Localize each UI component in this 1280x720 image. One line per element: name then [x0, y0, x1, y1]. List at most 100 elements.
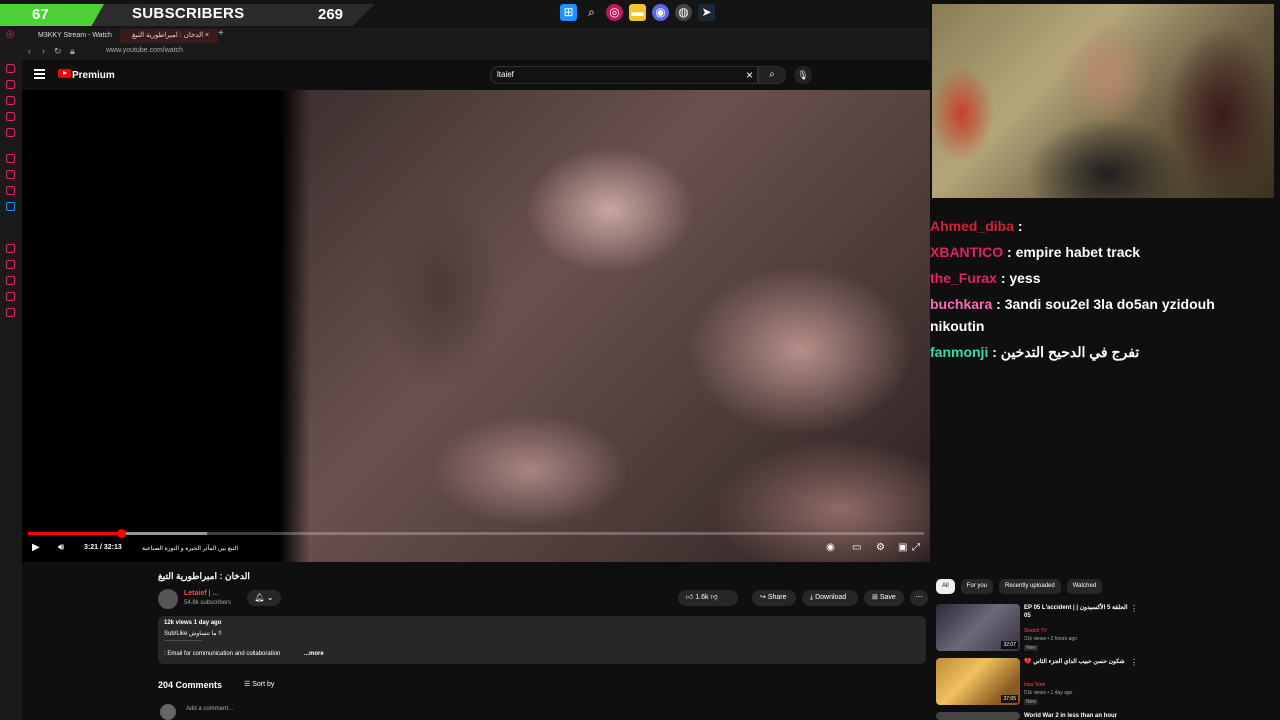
- more-actions-button[interactable]: ⋯: [910, 590, 928, 606]
- url-field[interactable]: www.youtube.com/watch: [106, 47, 183, 54]
- miniplayer-icon[interactable]: ▣: [898, 542, 907, 553]
- more-vert-icon[interactable]: ⋮: [1130, 604, 1138, 613]
- share-icon: ↪: [760, 594, 766, 601]
- download-button[interactable]: ⤓ Download: [802, 590, 858, 606]
- sidebar-app-icon[interactable]: [6, 276, 15, 285]
- video-player[interactable]: ▶ 🔊︎ 3:21 / 32:13 التبغ بين المآثر الخير…: [22, 90, 930, 562]
- windows-start-icon[interactable]: ⊞: [560, 4, 577, 21]
- mic-icon: 🎙︎: [797, 70, 809, 80]
- bookmark-icon: ⊞: [872, 594, 878, 601]
- thumbs-up-icon: 👍︎: [686, 594, 694, 601]
- recommendation-item[interactable]: World War 2 in less than an hour: [936, 712, 1136, 720]
- save-button[interactable]: ⊞ Save: [864, 590, 904, 606]
- recommendation-channel[interactable]: Sketch TV: [1024, 628, 1047, 634]
- address-bar: ‹ › ↻ 🔒︎ www.youtube.com/watch: [22, 44, 930, 60]
- search-icon[interactable]: ⌕: [583, 4, 600, 21]
- fullscreen-icon[interactable]: ⤢: [912, 542, 920, 553]
- play-icon[interactable]: ▶: [32, 542, 40, 553]
- subtitles-icon[interactable]: ▭: [852, 542, 861, 553]
- sidebar-app-icon[interactable]: [6, 244, 15, 253]
- browser-icon[interactable]: ◎: [606, 4, 623, 21]
- sidebar-app-icon[interactable]: [6, 64, 15, 73]
- search-input[interactable]: ltaief ×: [490, 66, 758, 84]
- tab-stream[interactable]: M3KKY Stream - Watch Li: [26, 29, 116, 53]
- subscriber-count: 269: [318, 6, 344, 23]
- chat-text: :: [1017, 218, 1023, 234]
- chat-text: : empire habet track: [1007, 244, 1141, 260]
- chapter-title[interactable]: التبغ بين المآثر الخيرة و الثورة الصناعي…: [142, 545, 238, 552]
- search-button[interactable]: ⌕: [758, 66, 786, 84]
- volume-icon[interactable]: 🔊︎: [58, 542, 64, 553]
- recommendation-title[interactable]: World War 2 in less than an hour: [1024, 712, 1128, 720]
- sidebar-app-icon[interactable]: [6, 80, 15, 89]
- description-divider: -------------------: [164, 638, 202, 644]
- scrubber-handle[interactable]: [117, 529, 127, 538]
- tab-youtube[interactable]: الدخان : امبراطورية التبغ ×: [120, 29, 218, 43]
- sidebar-app-icon[interactable]: [6, 112, 15, 121]
- clear-icon[interactable]: ×: [746, 68, 753, 82]
- settings-icon[interactable]: ⚙: [876, 542, 885, 553]
- sidebar-app-icon[interactable]: [6, 96, 15, 105]
- follower-count: 67: [32, 6, 49, 23]
- add-comment-input[interactable]: Add a comment...: [186, 706, 233, 712]
- chat-overlay: Ahmed_diba : XBANTICO : empire habet tra…: [926, 200, 1280, 370]
- sidebar-app-icon[interactable]: [6, 154, 15, 163]
- progress-bar[interactable]: [28, 529, 924, 538]
- youtube-header: Premium ltaief × ⌕ 🎙︎: [22, 60, 930, 90]
- sidebar-app-icon[interactable]: [6, 292, 15, 301]
- youtube-premium-label[interactable]: Premium: [72, 70, 115, 81]
- sidebar-app-icon[interactable]: [6, 202, 15, 211]
- streamer-webcam: [932, 4, 1274, 198]
- forward-icon[interactable]: ›: [42, 46, 45, 56]
- recommendation-thumbnail[interactable]: 32:07: [936, 604, 1020, 651]
- recommendation-thumbnail[interactable]: [936, 712, 1020, 720]
- menu-icon[interactable]: [34, 69, 45, 79]
- recommendation-channel[interactable]: Issa Tene: [1024, 682, 1045, 688]
- discord-icon[interactable]: ◉: [652, 4, 669, 21]
- new-tab-icon[interactable]: +: [218, 28, 224, 39]
- sidebar-app-icon[interactable]: [6, 128, 15, 137]
- recommendation-item[interactable]: 32:07 EP 05 L'accident | الحلقة 5 الأكسي…: [936, 604, 1138, 652]
- more-vert-icon[interactable]: ⋮: [1130, 658, 1138, 667]
- notification-bell-button[interactable]: 🔔︎ ⌄: [247, 590, 281, 606]
- channel-subscribers: 54.8k subscribers: [184, 600, 232, 606]
- description-box[interactable]: 12k views 1 day ago Sub/Like ما تنساوش !…: [158, 616, 926, 664]
- sidebar-app-icon[interactable]: [6, 170, 15, 179]
- taskbar: ⊞ ⌕ ◎ ▬ ◉ ◍ ➤: [560, 4, 715, 21]
- channel-name[interactable]: Letaief | ...: [184, 590, 218, 597]
- recommendation-title[interactable]: 💔 شكون حسن حبيب الداي الجزء الثاني: [1024, 658, 1128, 666]
- channel-avatar[interactable]: [158, 589, 178, 609]
- browser-tabstrip: ◎ M3KKY Stream - Watch Li الدخان : امبرا…: [0, 28, 930, 53]
- sidebar-app-icon[interactable]: [6, 308, 15, 317]
- download-label: Download: [815, 594, 847, 601]
- chip-for-you[interactable]: For you: [960, 579, 994, 594]
- autoplay-icon[interactable]: ◉: [826, 542, 835, 553]
- browser-sidebar: [0, 44, 22, 720]
- show-more-link[interactable]: ...more: [304, 651, 324, 657]
- folder-icon[interactable]: ▬: [629, 4, 646, 21]
- thumbs-down-icon[interactable]: 👎︎: [710, 594, 717, 601]
- voice-search-button[interactable]: 🎙︎: [794, 66, 812, 84]
- obs-icon[interactable]: ◍: [675, 4, 692, 21]
- recommendation-thumbnail[interactable]: 37:05: [936, 658, 1020, 705]
- stream-overlay-bar: 67 SUBSCRIBERS 269 ⊞ ⌕ ◎ ▬ ◉ ◍ ➤: [0, 0, 930, 28]
- sort-button[interactable]: ☰ Sort by: [244, 680, 274, 688]
- chat-message: the_Furax : yess: [930, 270, 1041, 286]
- youtube-logo-icon[interactable]: [58, 69, 71, 78]
- reload-icon[interactable]: ↻: [54, 46, 62, 57]
- chip-watched[interactable]: Watched: [1066, 579, 1103, 594]
- description-line: : Email for communication and collaborat…: [164, 651, 281, 657]
- follower-bar-fill: [0, 4, 104, 26]
- back-icon[interactable]: ‹: [28, 46, 31, 56]
- steam-icon[interactable]: ➤: [698, 4, 715, 21]
- chip-all[interactable]: All: [936, 579, 955, 594]
- browser-menu-icon[interactable]: ◎: [6, 29, 15, 40]
- save-label: Save: [879, 594, 896, 601]
- chip-recently-uploaded[interactable]: Recently uploaded: [999, 579, 1061, 594]
- sidebar-app-icon[interactable]: [6, 260, 15, 269]
- share-button[interactable]: ↪ Share: [752, 590, 796, 606]
- recommendation-title[interactable]: EP 05 L'accident | الحلقة 5 الأكسيدون | …: [1024, 604, 1128, 620]
- like-button[interactable]: 👍︎ 1.6k 👎︎: [678, 590, 738, 606]
- recommendation-item[interactable]: 37:05 💔 شكون حسن حبيب الداي الجزء الثاني…: [936, 658, 1138, 706]
- sidebar-app-icon[interactable]: [6, 186, 15, 195]
